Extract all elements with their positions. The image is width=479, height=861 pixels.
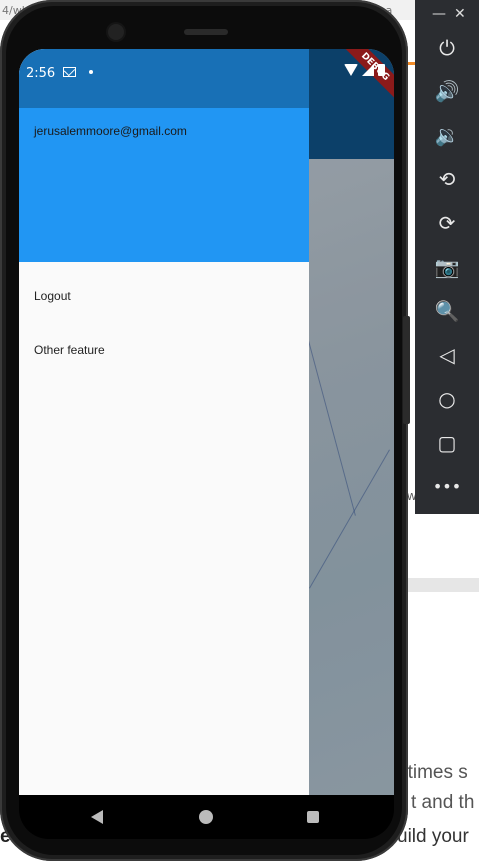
bg-fragment: uild your — [397, 826, 469, 847]
zoom-icon[interactable]: 🔍 — [415, 291, 479, 331]
status-time: 2:56 — [26, 66, 56, 81]
phone-screen: DEBUG jerusalemmoore@gmail.com Logout Ot… — [19, 49, 394, 795]
rotate-right-icon[interactable]: ⟳ — [415, 203, 479, 243]
status-icons — [344, 64, 385, 76]
status-bar-tint — [19, 49, 309, 108]
panel-titlebar: — ✕ — [415, 0, 479, 30]
side-button — [403, 316, 410, 424]
volume-down-icon[interactable]: 🔉 — [415, 115, 479, 155]
status-bar: 2:56 — [19, 49, 394, 108]
menu-item-other-feature[interactable]: Other feature — [34, 343, 105, 357]
menu-item-logout[interactable]: Logout — [34, 289, 71, 303]
camera-icon[interactable]: 📷 — [415, 247, 479, 287]
front-camera — [108, 24, 124, 40]
home-circle-icon[interactable] — [199, 810, 213, 824]
notification-dot-icon — [89, 70, 93, 74]
rotate-left-icon[interactable]: ⟲ — [415, 159, 479, 199]
volume-up-icon[interactable]: 🔊 — [415, 71, 479, 111]
battery-icon — [378, 64, 385, 76]
signal-icon — [362, 64, 374, 76]
account-email: jerusalemmoore@gmail.com — [34, 124, 187, 138]
phone-frame: DEBUG jerusalemmoore@gmail.com Logout Ot… — [0, 0, 410, 861]
navigation-drawer: jerusalemmoore@gmail.com Logout Other fe… — [19, 49, 309, 795]
more-icon[interactable]: ••• — [415, 467, 479, 507]
back-triangle-icon[interactable] — [91, 810, 103, 824]
power-icon[interactable]: ⏻ — [415, 28, 479, 68]
bg-fragment: t and th — [411, 792, 475, 813]
home-icon[interactable]: ○ — [415, 379, 479, 419]
close-icon[interactable]: ✕ — [454, 6, 466, 22]
back-icon[interactable]: ◁ — [415, 335, 479, 375]
system-navigation-bar — [19, 795, 394, 839]
overview-icon[interactable]: ▢ — [415, 423, 479, 463]
emulator-control-panel: — ✕ ⏻ 🔊 🔉 ⟲ ⟳ 📷 🔍 ◁ ○ ▢ ••• — [415, 0, 479, 514]
gmail-icon — [63, 67, 76, 77]
wifi-icon — [344, 64, 358, 76]
recents-square-icon[interactable] — [307, 811, 319, 823]
minimize-icon[interactable]: — — [432, 6, 446, 22]
earpiece-speaker — [184, 29, 228, 35]
